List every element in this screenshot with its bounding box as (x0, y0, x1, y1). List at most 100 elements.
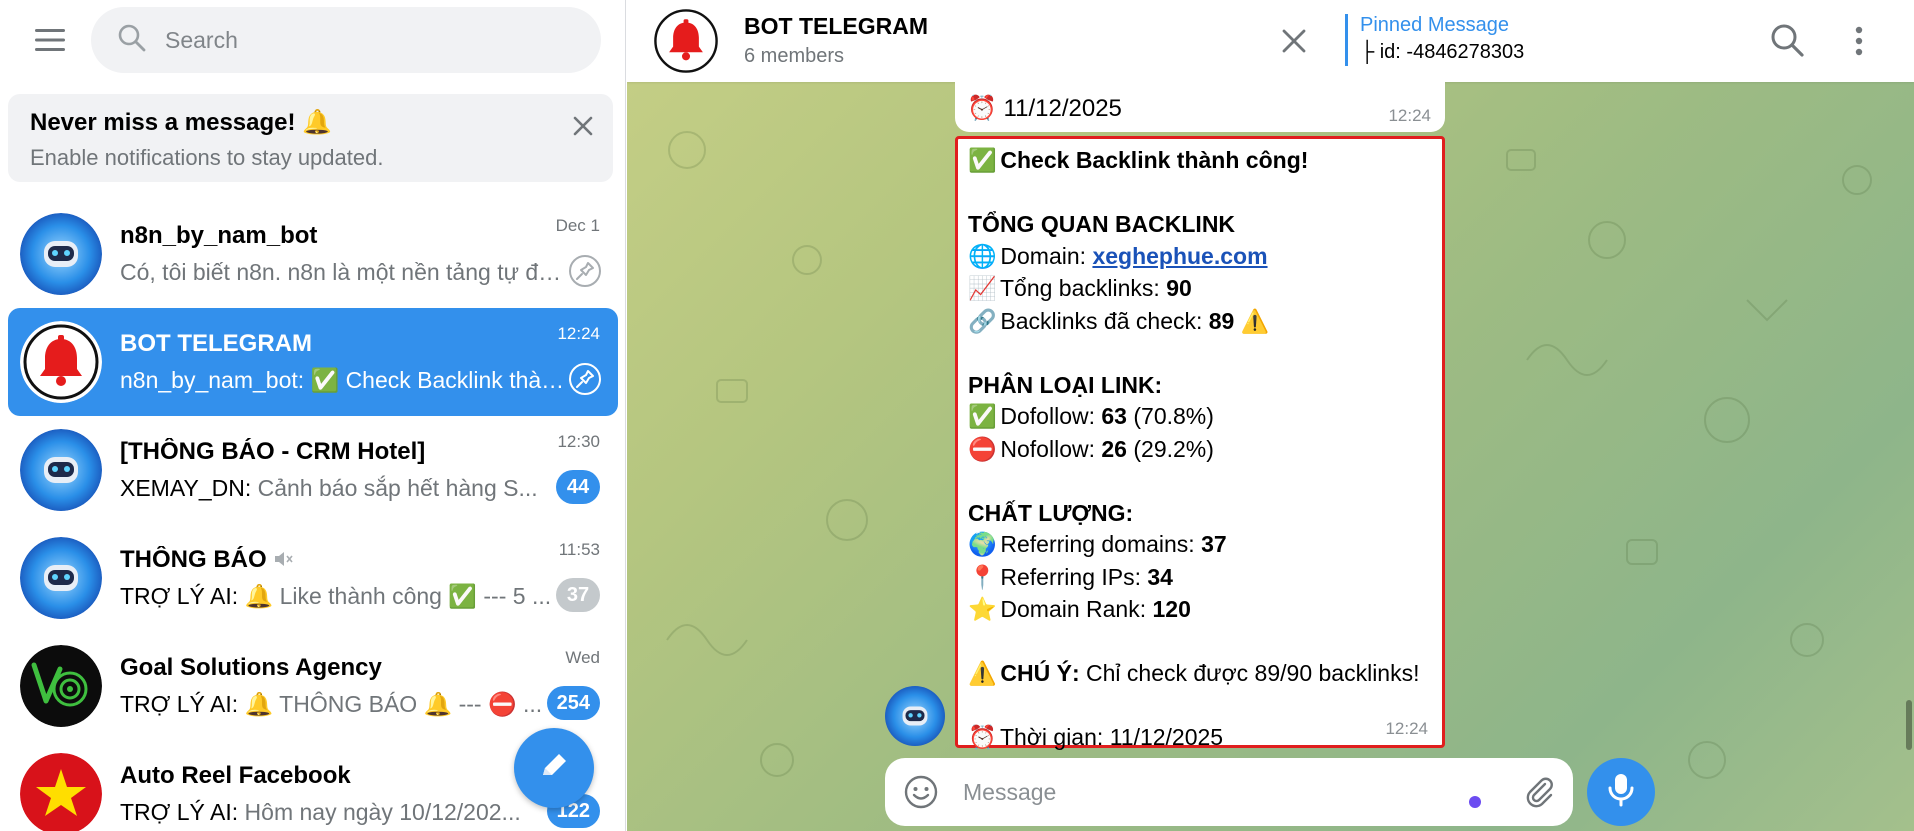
unread-badge: 254 (546, 686, 600, 720)
smile-icon[interactable] (903, 774, 939, 810)
chat-time: 11:53 (558, 540, 600, 559)
chat-item-bot-telegram[interactable]: BOT TELEGRAM n8n_by_nam_bot: ✅ Check Bac… (8, 308, 618, 416)
message-text: ⏰ 11/12/2025 (967, 95, 1122, 122)
rank-value: 120 (1152, 596, 1191, 622)
domain-label: Domain: (1000, 242, 1087, 269)
sender-avatar[interactable] (885, 686, 945, 746)
goal-logo-avatar (20, 645, 102, 727)
chat-item-goal-solutions[interactable]: Goal Solutions Agency TRỢ LÝ AI: 🔔 THÔNG… (8, 632, 618, 740)
message-composer (885, 758, 1573, 826)
notification-banner: Never miss a message! 🔔 Enable notificat… (8, 94, 613, 182)
member-count: 6 members (744, 45, 845, 67)
chat-preview-text: Hôm nay ngày 10/12/202... (244, 799, 521, 825)
scrollbar[interactable] (1906, 700, 1912, 750)
success-line: ✅ Check Backlink thành công! (968, 145, 1432, 178)
chat-sender: TRỢ LÝ AI: (120, 799, 239, 825)
search-icon (117, 23, 147, 58)
chat-item-crm-hotel[interactable]: [THÔNG BÁO - CRM Hotel] XEMAY_DN: Cảnh b… (8, 416, 618, 524)
refips-label: Referring IPs: (1000, 563, 1141, 590)
chat-item-n8n-by-nam-bot[interactable]: n8n_by_nam_bot Có, tôi biết n8n. n8n là … (8, 200, 618, 308)
chat-preview: XEMAY_DN: Cảnh báo sắp hết hàng S... (120, 475, 565, 502)
refips-line: 📍 Referring IPs: 34 (968, 562, 1432, 595)
checked-value: 89 (1208, 307, 1235, 334)
muted-icon (273, 546, 293, 573)
alarm-clock-icon: ⏰ (968, 725, 997, 751)
chat-preview: TRỢ LÝ AI: Hôm nay ngày 10/12/202... (120, 799, 565, 826)
chat-name: BOT TELEGRAM (120, 330, 312, 357)
sidebar: Never miss a message! 🔔 Enable notificat… (0, 0, 626, 831)
search-input[interactable] (165, 26, 565, 54)
dofollow-pct: (70.8%) (1133, 403, 1214, 429)
pinned-title: Pinned Message (1360, 14, 1509, 36)
warning-icon: ⚠️ (1240, 308, 1270, 335)
message-input[interactable] (963, 778, 1443, 806)
note-text: Chỉ check được 89/90 backlinks! (1086, 660, 1420, 686)
bot-avatar (20, 429, 102, 511)
pinned-message[interactable]: Pinned Message ├ id: -4846278303 (1345, 14, 1524, 66)
refdomains-label: Referring domains: (1000, 531, 1195, 557)
warning-icon: ⚠️ (968, 661, 997, 687)
chat-time: 12:24 (557, 324, 600, 343)
more-vertical-icon[interactable] (1849, 22, 1869, 60)
classify-heading: PHÂN LOẠI LINK: (968, 370, 1432, 402)
unread-badge: 37 (556, 578, 600, 612)
pin-icon (568, 362, 602, 396)
total-line: 📈 Tổng backlinks: 90 (968, 273, 1432, 306)
close-icon[interactable] (569, 112, 597, 140)
message-bubble-backlink[interactable]: ✅ Check Backlink thành công! TỔNG QUAN B… (955, 136, 1445, 751)
dofollow-value: 63 (1101, 403, 1127, 429)
pin-icon (568, 254, 602, 288)
chat-name: n8n_by_nam_bot (120, 222, 318, 249)
bell-avatar (20, 321, 102, 403)
message-bubble-previous[interactable]: ⏰ 11/12/2025 12:24 (955, 78, 1445, 132)
compose-button[interactable] (514, 728, 594, 808)
chat-sender: TRỢ LÝ AI: (120, 583, 239, 609)
chat-header: BOT TELEGRAM 6 members Pinned Message ├ … (627, 0, 1914, 82)
search-icon[interactable] (1769, 22, 1807, 60)
bot-avatar (20, 537, 102, 619)
chat-item-thong-bao[interactable]: THÔNG BÁO TRỢ LÝ AI: 🔔 Like thành công ✅… (8, 524, 618, 632)
domain-line: 🌐 Domain: xeghephue.com (968, 241, 1432, 274)
close-icon[interactable] (1277, 24, 1311, 58)
quality-heading-text: CHẤT LƯỢNG: (968, 499, 1134, 526)
star-flag-avatar (20, 753, 102, 831)
menu-icon[interactable] (20, 10, 80, 70)
notice-title: Never miss a message! 🔔 (30, 109, 333, 136)
nofollow-pct: (29.2%) (1133, 435, 1214, 462)
rank-label: Domain Rank: (1000, 596, 1147, 622)
chat-area: BOT TELEGRAM 6 members Pinned Message ├ … (627, 0, 1914, 831)
pencil-icon (537, 749, 571, 788)
microphone-button[interactable] (1587, 758, 1655, 826)
chat-preview: n8n_by_nam_bot: ✅ Check Backlink thành c… (120, 367, 565, 394)
time-value: 11/12/2025 (1109, 724, 1224, 750)
notice-subtitle: Enable notifications to stay updated. (30, 145, 384, 170)
microphone-icon (1606, 772, 1636, 813)
success-text: Check Backlink thành công! (1000, 147, 1309, 173)
chart-icon: 📈 (968, 276, 997, 302)
overview-heading: TỔNG QUAN BACKLINK (968, 209, 1432, 241)
checked-label: Backlinks đã check: (1000, 307, 1203, 334)
bot-avatar (20, 213, 102, 295)
chat-name-text: THÔNG BÁO (120, 546, 267, 573)
note-line: ⚠️ CHÚ Ý: Chỉ check được 89/90 backlinks… (968, 658, 1432, 691)
total-value: 90 (1166, 275, 1192, 301)
message-time: 12:24 (1388, 106, 1431, 125)
check-icon: ✅ (968, 148, 997, 174)
nofollow-line: ⛔ Nofollow: 26 (29.2%) (968, 434, 1432, 467)
time-label: Thời gian: (999, 724, 1104, 750)
chat-preview-text: Có, tôi biết n8n. n8n là một nền tảng tự… (120, 259, 565, 285)
paperclip-icon[interactable] (1521, 774, 1557, 810)
refdomains-value: 37 (1201, 531, 1227, 557)
chat-preview-text: 🔔 Like thành công ✅ --- 5 ... (244, 583, 552, 609)
pinned-text: ├ id: -4846278303 (1360, 41, 1525, 63)
chat-preview: TRỢ LÝ AI: 🔔 Like thành công ✅ --- 5 ... (120, 583, 565, 610)
pin-location-icon: 📍 (968, 564, 997, 591)
unread-badge: 44 (556, 470, 600, 504)
time-line: ⏰ Thời gian: 11/12/2025 (968, 722, 1432, 755)
chat-title[interactable]: BOT TELEGRAM (744, 13, 928, 40)
search-box[interactable] (91, 7, 601, 73)
dofollow-label: Dofollow: (1000, 403, 1095, 429)
no-entry-icon: ⛔ (968, 436, 997, 463)
bell-avatar[interactable] (653, 8, 719, 74)
domain-link[interactable]: xeghephue.com (1092, 243, 1267, 269)
